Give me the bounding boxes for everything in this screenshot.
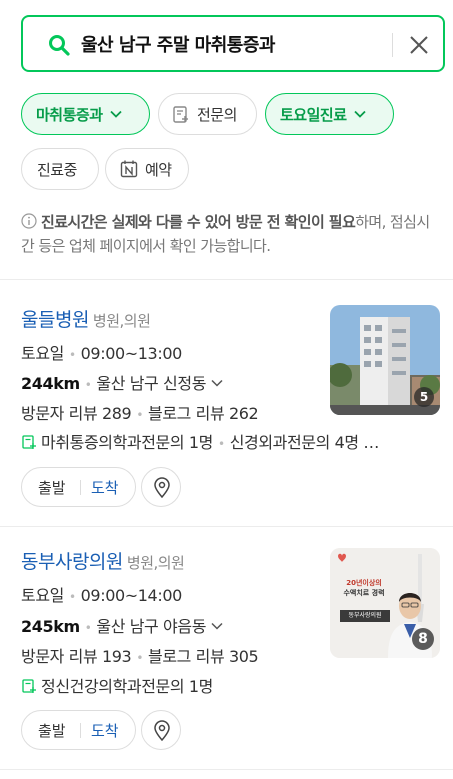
result-hours: 토요일 • 09:00~14:00 (21, 586, 183, 605)
filter-reservation[interactable]: 예약 (105, 148, 189, 190)
blog-reviews[interactable]: 블로그 리뷰 262 (148, 404, 259, 423)
result-day: 토요일 (21, 586, 64, 605)
filter-label: 예약 (145, 160, 172, 179)
thumb-caption-line2: 수액치료 경력 (343, 589, 385, 597)
result-photo[interactable]: 5 (330, 305, 440, 415)
result-hours-value: 09:00~13:00 (80, 344, 183, 363)
specialist-icon (22, 679, 36, 693)
filter-label: 진료중 (37, 160, 77, 179)
filter-saturday[interactable]: 토요일진료 (265, 93, 394, 135)
result-specialists: 정신건강의학과전문의 1명 (21, 673, 213, 697)
hours-notice: 진료시간은 실제와 다를 수 있어 방문 전 확인이 필요하며, 점심시간 등은… (21, 210, 441, 258)
notice-bold: 진료시간은 실제와 다를 수 있어 방문 전 확인이 필요 (41, 213, 356, 231)
blog-reviews[interactable]: 블로그 리뷰 305 (148, 647, 259, 666)
map-pin-icon (154, 720, 170, 742)
search-divider (392, 33, 393, 57)
result-location[interactable]: 244km • 울산 남구 신정동 (21, 370, 224, 394)
filter-label: 전문의 (197, 105, 237, 124)
divider (0, 769, 453, 770)
result-hours-value: 09:00~14:00 (80, 586, 183, 605)
result-title[interactable]: 울들병원 병원,의원 (21, 305, 151, 332)
visitor-reviews[interactable]: 방문자 리뷰 193 (21, 647, 132, 666)
chevron-down-icon (211, 379, 223, 387)
doctor-badge-icon (173, 106, 188, 123)
naver-booking-icon (120, 160, 138, 178)
info-icon (21, 213, 37, 229)
route-divider (80, 723, 81, 738)
arrive-button[interactable]: 도착 (91, 720, 119, 741)
result-name[interactable]: 동부사랑의원 (21, 551, 123, 573)
filter-label: 토요일진료 (280, 105, 347, 124)
result-distance: 245km (21, 617, 80, 636)
route-button[interactable]: 출발 도착 (21, 467, 136, 507)
result-address: 울산 남구 야음동 (96, 617, 207, 636)
filter-anesthesiology[interactable]: 마취통증과 (21, 93, 150, 135)
route-button[interactable]: 출발 도착 (21, 710, 136, 750)
result-reviews: 방문자 리뷰 193 • 블로그 리뷰 305 (21, 647, 259, 666)
map-pin-icon (154, 477, 170, 499)
chevron-down-icon (109, 110, 122, 118)
arrive-button[interactable]: 도착 (91, 477, 119, 498)
thumb-sign: 동부사랑의원 (340, 610, 390, 622)
chevron-down-icon (353, 110, 366, 118)
specialist-icon (22, 435, 36, 449)
visitor-reviews[interactable]: 방문자 리뷰 289 (21, 404, 132, 423)
result-category: 병원,의원 (92, 312, 151, 330)
specialist-more: 신경외과전문의 4명 … (229, 433, 380, 452)
route-divider (80, 480, 81, 495)
divider (0, 279, 453, 280)
result-title[interactable]: 동부사랑의원 병원,의원 (21, 547, 185, 574)
photo-count: 8 (412, 628, 434, 650)
map-pin-button[interactable] (141, 710, 181, 750)
divider (0, 526, 453, 527)
specialist-text: 마취통증의학과전문의 1명 (41, 433, 213, 452)
search-box[interactable]: 울산 남구 주말 마취통증과 (21, 15, 445, 72)
chevron-down-icon (211, 622, 223, 630)
close-icon[interactable] (406, 32, 432, 58)
filter-specialist[interactable]: 전문의 (158, 93, 257, 135)
result-reviews: 방문자 리뷰 289 • 블로그 리뷰 262 (21, 404, 259, 423)
depart-button[interactable]: 출발 (38, 720, 66, 741)
result-photo[interactable]: 20년이상의 수액치료 경력 동부사랑의원 8 (330, 548, 440, 658)
search-input[interactable]: 울산 남구 주말 마취통증과 (81, 31, 275, 57)
filter-open-now[interactable]: 진료중 (21, 148, 99, 190)
specialist-text: 정신건강의학과전문의 1명 (41, 677, 213, 696)
result-specialists: 마취통증의학과전문의 1명 • 신경외과전문의 4명 … (21, 429, 379, 453)
depart-button[interactable]: 출발 (38, 477, 66, 498)
map-pin-button[interactable] (141, 467, 181, 507)
thumb-caption: 20년이상의 수액치료 경력 (336, 578, 392, 598)
result-day: 토요일 (21, 344, 64, 363)
result-distance: 244km (21, 374, 80, 393)
search-icon (49, 35, 70, 56)
thumb-caption-line1: 20년이상의 (346, 579, 382, 587)
result-category: 병원,의원 (126, 554, 185, 572)
filter-label: 마취통증과 (36, 105, 103, 124)
result-address: 울산 남구 신정동 (96, 374, 207, 393)
result-location[interactable]: 245km • 울산 남구 야음동 (21, 613, 224, 637)
photo-count: 5 (414, 387, 434, 407)
result-hours: 토요일 • 09:00~13:00 (21, 344, 183, 363)
result-name[interactable]: 울들병원 (21, 309, 89, 331)
